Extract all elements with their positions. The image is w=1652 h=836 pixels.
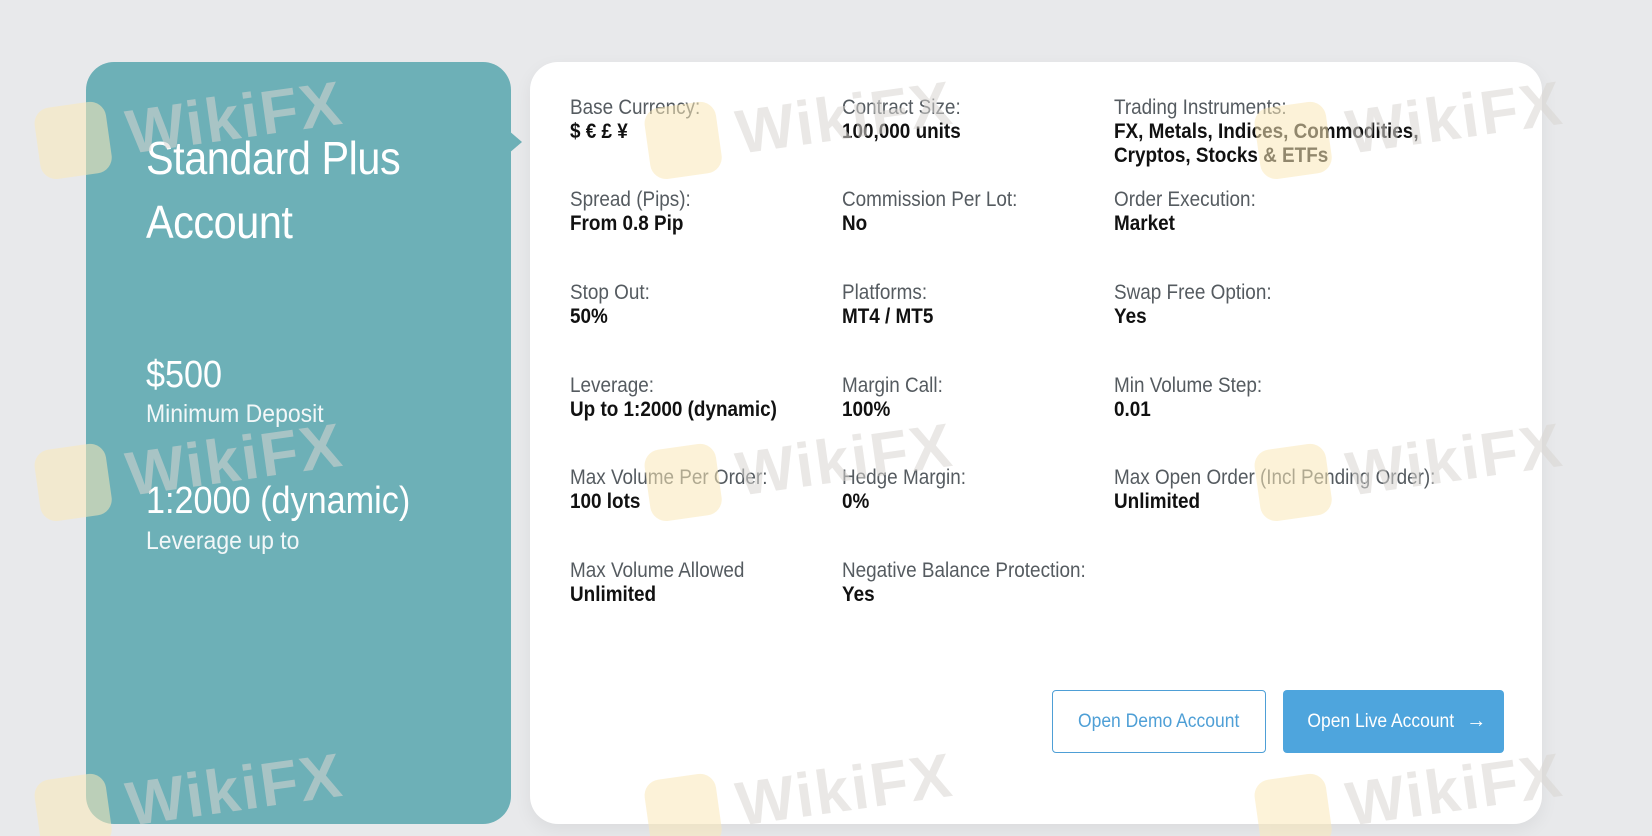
panel-pointer xyxy=(508,130,522,154)
account-type-section: Standard Plus Account $500 Minimum Depos… xyxy=(0,0,1652,836)
spec-label: Leverage: xyxy=(570,374,655,397)
spec-trading-instruments: Trading Instruments: FX, Metals, Indices… xyxy=(1114,96,1534,168)
spec-label: Max Volume Allowed xyxy=(570,559,745,582)
spec-swap-free: Swap Free Option: Yes xyxy=(1114,281,1379,329)
spec-label: Stop Out: xyxy=(570,281,650,304)
open-live-account-button[interactable]: Open Live Account → xyxy=(1283,690,1504,753)
spec-value: No xyxy=(842,212,868,235)
spec-value: 0.01 xyxy=(1114,398,1151,421)
spec-margin-call: Margin Call: 100% xyxy=(842,374,1107,422)
spec-value: Yes xyxy=(842,583,875,606)
spec-value: 100 lots xyxy=(570,490,641,513)
spec-label: Spread (Pips): xyxy=(570,188,691,211)
spec-label: Contract Size: xyxy=(842,96,961,119)
spec-max-volume-per-order: Max Volume Per Order: 100 lots xyxy=(570,466,835,514)
spec-min-volume-step: Min Volume Step: 0.01 xyxy=(1114,374,1379,422)
spec-negative-balance: Negative Balance Protection: Yes xyxy=(842,559,1107,607)
open-live-account-label: Open Live Account xyxy=(1307,710,1454,732)
spec-label: Base Currency: xyxy=(570,96,701,119)
spec-value: Unlimited xyxy=(1114,490,1201,513)
spec-label: Order Execution: xyxy=(1114,188,1256,211)
leverage-caption: Leverage up to xyxy=(146,527,300,555)
spec-value: 0% xyxy=(842,490,870,513)
arrow-right-icon: → xyxy=(1466,710,1487,732)
spec-label: Platforms: xyxy=(842,281,928,304)
spec-base-currency: Base Currency: $ € £ ¥ xyxy=(570,96,835,144)
spec-value: $ € £ ¥ xyxy=(570,120,628,143)
spec-contract-size: Contract Size: 100,000 units xyxy=(842,96,1107,144)
spec-label: Min Volume Step: xyxy=(1114,374,1263,397)
account-summary-panel: Standard Plus Account $500 Minimum Depos… xyxy=(86,62,511,824)
open-demo-account-button[interactable]: Open Demo Account xyxy=(1052,690,1266,753)
spec-commission: Commission Per Lot: No xyxy=(842,188,1107,236)
spec-label: Commission Per Lot: xyxy=(842,188,1018,211)
spec-order-execution: Order Execution: Market xyxy=(1114,188,1379,236)
spec-platforms: Platforms: MT4 / MT5 xyxy=(842,281,1107,329)
spec-max-volume-allowed: Max Volume Allowed Unlimited xyxy=(570,559,835,607)
spec-label: Margin Call: xyxy=(842,374,943,397)
account-specs-card: Base Currency: $ € £ ¥ Contract Size: 10… xyxy=(530,62,1542,824)
spec-label: Swap Free Option: xyxy=(1114,281,1272,304)
open-demo-account-label: Open Demo Account xyxy=(1078,710,1240,732)
spec-value: 100% xyxy=(842,398,891,421)
spec-value: Market xyxy=(1114,212,1175,235)
spec-value: 50% xyxy=(570,305,608,328)
leverage-amount: 1:2000 (dynamic) xyxy=(146,480,411,522)
spec-value: Unlimited xyxy=(570,583,657,606)
spec-label: Negative Balance Protection: xyxy=(842,559,1086,582)
spec-value: Yes xyxy=(1114,305,1147,328)
spec-label: Hedge Margin: xyxy=(842,466,966,489)
spec-hedge-margin: Hedge Margin: 0% xyxy=(842,466,1107,514)
spec-value: 100,000 units xyxy=(842,120,961,143)
minimum-deposit-caption: Minimum Deposit xyxy=(146,400,324,428)
spec-label: Max Open Order (Incl Pending Order): xyxy=(1114,466,1436,489)
spec-spread: Spread (Pips): From 0.8 Pip xyxy=(570,188,835,236)
spec-value: MT4 / MT5 xyxy=(842,305,934,328)
minimum-deposit-amount: $500 xyxy=(146,354,223,396)
spec-label: Max Volume Per Order: xyxy=(570,466,768,489)
account-title: Standard Plus Account xyxy=(146,132,401,248)
spec-stop-out: Stop Out: 50% xyxy=(570,281,835,329)
spec-leverage: Leverage: Up to 1:2000 (dynamic) xyxy=(570,374,835,422)
spec-label: Trading Instruments: xyxy=(1114,96,1287,119)
spec-max-open-order: Max Open Order (Incl Pending Order): Unl… xyxy=(1114,466,1534,514)
spec-value: From 0.8 Pip xyxy=(570,212,684,235)
spec-value: Up to 1:2000 (dynamic) xyxy=(570,398,777,421)
spec-value: FX, Metals, Indices, Commodities, Crypto… xyxy=(1114,120,1419,167)
